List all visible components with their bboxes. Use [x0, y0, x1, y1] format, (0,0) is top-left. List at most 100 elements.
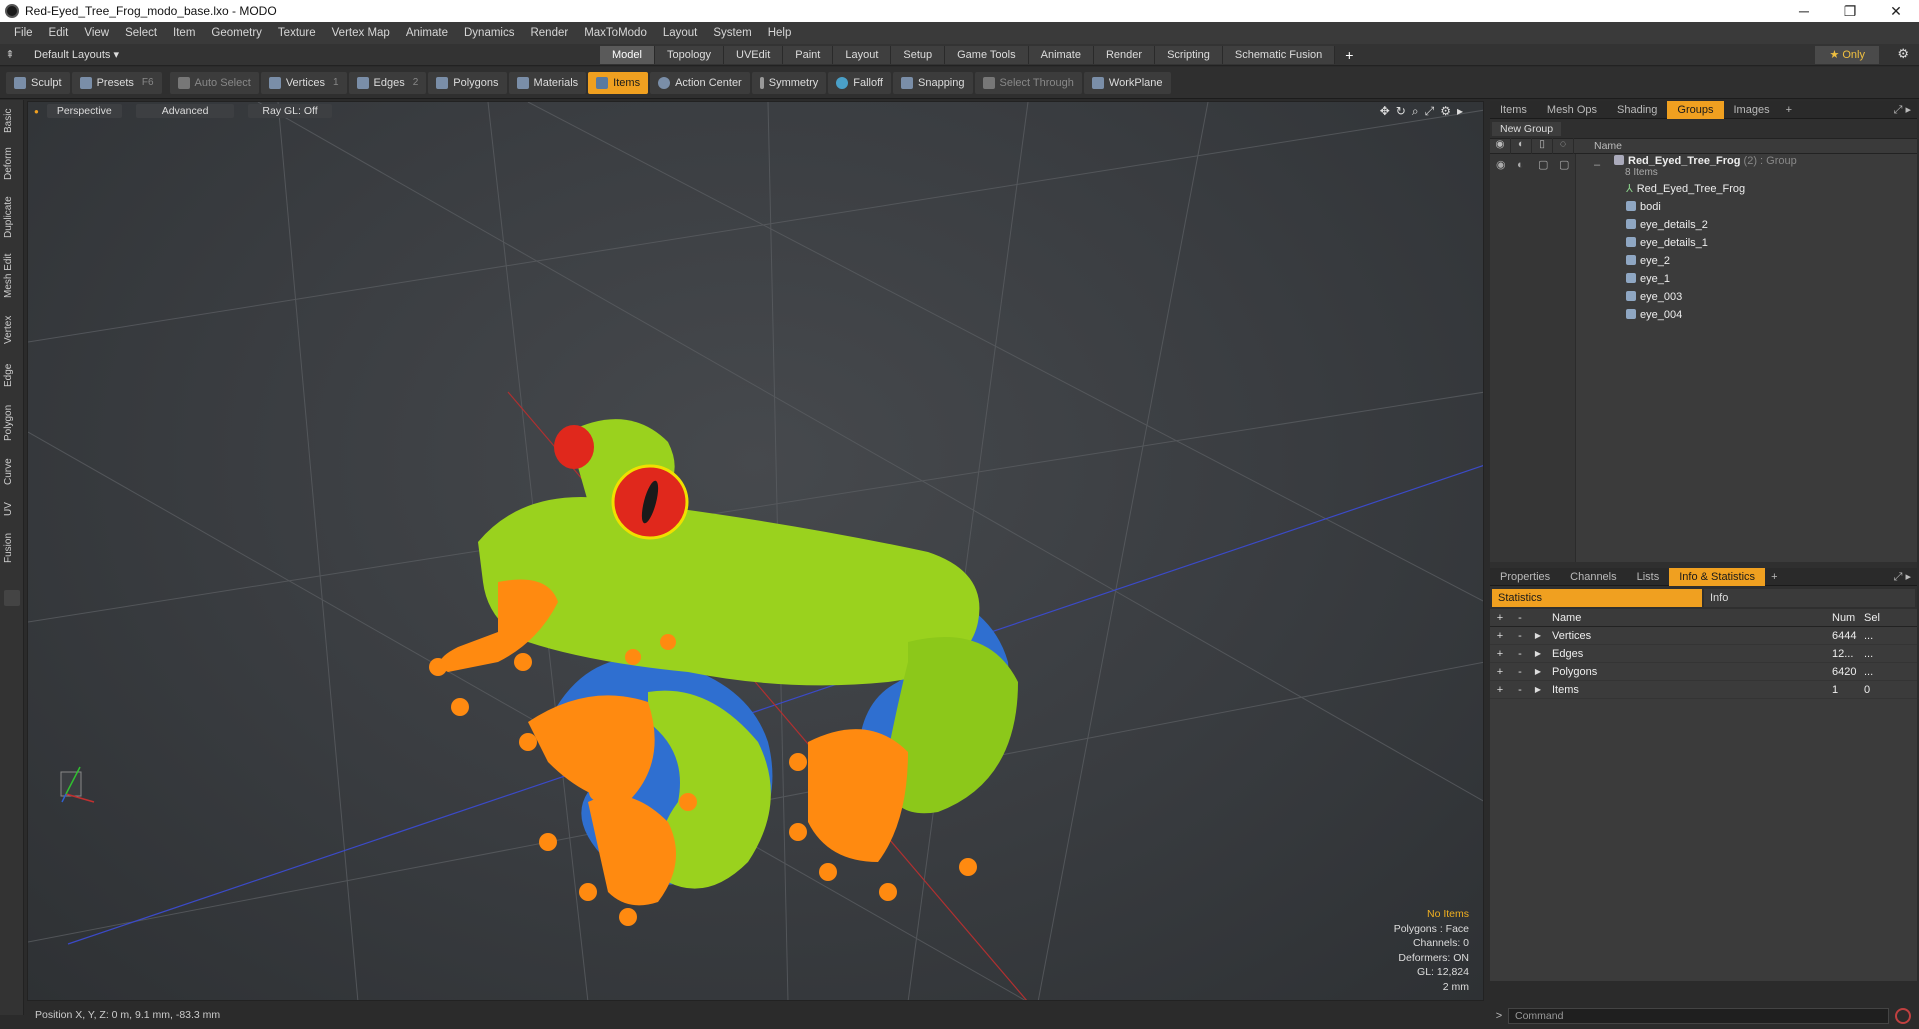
- auto-select-button[interactable]: Auto Select: [169, 71, 259, 94]
- remove-selection-icon[interactable]: -: [1510, 648, 1530, 660]
- list-item[interactable]: eye_003: [1490, 288, 1917, 306]
- add-panel-tab-button[interactable]: +: [1780, 104, 1798, 116]
- add-panel-tab-button-2[interactable]: +: [1765, 571, 1783, 583]
- list-item[interactable]: bodi: [1490, 198, 1917, 216]
- add-selection-icon[interactable]: +: [1490, 648, 1510, 660]
- statistics-tab[interactable]: Statistics: [1492, 589, 1702, 607]
- tab-render[interactable]: Render: [1093, 45, 1156, 64]
- info-tab[interactable]: Info: [1704, 589, 1915, 607]
- tab-layout[interactable]: Layout: [833, 45, 892, 64]
- render-header-icon[interactable]: ◐: [1511, 138, 1532, 154]
- menu-file[interactable]: File: [6, 27, 41, 39]
- tab-uvedit[interactable]: UVEdit: [724, 45, 784, 64]
- list-item[interactable]: eye_details_2: [1490, 216, 1917, 234]
- menu-view[interactable]: View: [76, 27, 117, 39]
- panel-expand-icon[interactable]: ⤢ ▸: [1894, 103, 1911, 117]
- expand-arrow-icon[interactable]: ▸: [1457, 104, 1469, 118]
- list-item[interactable]: eye_details_1: [1490, 234, 1917, 252]
- shading-dropdown[interactable]: Advanced: [135, 104, 235, 118]
- select-toggle-icon[interactable]: ▢: [1559, 156, 1569, 174]
- action-center-button[interactable]: Action Center: [650, 71, 750, 94]
- expand-triangle-icon[interactable]: ▶: [1530, 631, 1546, 640]
- add-tab-button[interactable]: +: [1335, 46, 1363, 64]
- new-group-button[interactable]: New Group: [1492, 122, 1562, 136]
- polygons-button[interactable]: Polygons: [428, 71, 507, 94]
- menu-maxtomodo[interactable]: MaxToModo: [576, 27, 655, 39]
- tab-paint[interactable]: Paint: [783, 45, 834, 64]
- tab-groups[interactable]: Groups: [1667, 100, 1724, 119]
- list-item[interactable]: eye_004: [1490, 306, 1917, 324]
- viewport-menu-icon[interactable]: ●: [34, 107, 39, 116]
- panel-expand-icon-2[interactable]: ⤢ ▸: [1894, 570, 1911, 584]
- menu-render[interactable]: Render: [522, 27, 576, 39]
- tab-images[interactable]: Images: [1724, 101, 1780, 119]
- layout-arrow-icon[interactable]: ⇞: [0, 48, 20, 61]
- expand-triangle-icon[interactable]: ▶: [1530, 667, 1546, 676]
- vtab-duplicate[interactable]: Duplicate: [3, 192, 21, 242]
- minimize-button[interactable]: ─: [1781, 3, 1827, 19]
- expand-triangle-icon[interactable]: ▶: [1530, 649, 1546, 658]
- menu-texture[interactable]: Texture: [270, 27, 324, 39]
- raygl-toggle[interactable]: Ray GL: Off: [248, 104, 332, 118]
- sculpt-button[interactable]: Sculpt: [6, 71, 70, 94]
- tab-scripting[interactable]: Scripting: [1155, 45, 1223, 64]
- vtab-deform[interactable]: Deform: [3, 144, 21, 184]
- pan-icon[interactable]: ✥: [1380, 104, 1396, 118]
- fit-icon[interactable]: ⤢: [1425, 104, 1441, 118]
- tab-setup[interactable]: Setup: [891, 45, 946, 64]
- group-row[interactable]: ◉ ◐ ▢ ▢ – Red_Eyed_Tree_Frog (2) : Group…: [1490, 154, 1917, 180]
- lock-header-icon[interactable]: ▯: [1532, 138, 1553, 154]
- command-history-icon[interactable]: [1895, 1008, 1911, 1024]
- edges-button[interactable]: Edges 2: [348, 71, 427, 94]
- menu-select[interactable]: Select: [117, 27, 165, 39]
- symmetry-button[interactable]: Symmetry: [751, 71, 827, 94]
- menu-animate[interactable]: Animate: [398, 27, 456, 39]
- tab-channels[interactable]: Channels: [1560, 568, 1626, 586]
- tab-properties[interactable]: Properties: [1490, 568, 1560, 586]
- table-row[interactable]: + - ▶ Polygons 6420...: [1490, 663, 1917, 681]
- select-header-icon[interactable]: ◌: [1553, 138, 1574, 154]
- table-row[interactable]: + - ▶ Items 1 0: [1490, 681, 1917, 699]
- perspective-dropdown[interactable]: Perspective: [46, 104, 122, 118]
- falloff-button[interactable]: Falloff: [828, 71, 891, 94]
- menu-help[interactable]: Help: [760, 27, 800, 39]
- add-selection-icon[interactable]: +: [1490, 666, 1510, 678]
- tab-game-tools[interactable]: Game Tools: [945, 45, 1029, 64]
- list-item[interactable]: ⅄ Red_Eyed_Tree_Frog: [1490, 180, 1917, 198]
- list-item[interactable]: eye_2: [1490, 252, 1917, 270]
- tab-items[interactable]: Items: [1490, 101, 1537, 119]
- tab-schematic-fusion[interactable]: Schematic Fusion: [1222, 45, 1336, 64]
- gear-icon[interactable]: ⚙: [1897, 46, 1909, 62]
- frog-model[interactable]: [429, 419, 1018, 926]
- tab-animate[interactable]: Animate: [1028, 45, 1094, 64]
- collapse-icon[interactable]: –: [1594, 156, 1600, 174]
- zoom-icon[interactable]: ⌕: [1412, 104, 1425, 118]
- collapse-all-icon[interactable]: -: [1510, 612, 1530, 624]
- workplane-button[interactable]: WorkPlane: [1083, 71, 1171, 94]
- menu-edit[interactable]: Edit: [41, 27, 77, 39]
- tab-model[interactable]: Model: [600, 45, 655, 64]
- menu-system[interactable]: System: [705, 27, 759, 39]
- vtab-vertex[interactable]: Vertex: [3, 310, 21, 350]
- presets-button[interactable]: Presets F6: [71, 71, 162, 94]
- menu-dynamics[interactable]: Dynamics: [456, 27, 522, 39]
- tab-topology[interactable]: Topology: [654, 45, 725, 64]
- remove-selection-icon[interactable]: -: [1510, 630, 1530, 642]
- visibility-header-icon[interactable]: ◉: [1490, 138, 1511, 154]
- menu-layout[interactable]: Layout: [655, 27, 706, 39]
- items-button[interactable]: Items: [588, 71, 649, 94]
- vtab-basic[interactable]: Basic: [3, 106, 21, 136]
- vtab-uv[interactable]: UV: [3, 498, 21, 520]
- default-layouts-dropdown[interactable]: Default Layouts ▾: [20, 48, 600, 61]
- expand-triangle-icon[interactable]: ▶: [1530, 685, 1546, 694]
- add-selection-icon[interactable]: +: [1490, 684, 1510, 696]
- materials-button[interactable]: Materials: [508, 71, 587, 94]
- menu-geometry[interactable]: Geometry: [203, 27, 270, 39]
- table-row[interactable]: + - ▶ Vertices 6444...: [1490, 627, 1917, 645]
- vtab-polygon[interactable]: Polygon: [3, 400, 21, 446]
- remove-selection-icon[interactable]: -: [1510, 666, 1530, 678]
- tab-lists[interactable]: Lists: [1627, 568, 1670, 586]
- maximize-button[interactable]: ❐: [1827, 3, 1873, 20]
- vtab-fusion[interactable]: Fusion: [3, 528, 21, 568]
- snapping-button[interactable]: Snapping: [893, 71, 973, 94]
